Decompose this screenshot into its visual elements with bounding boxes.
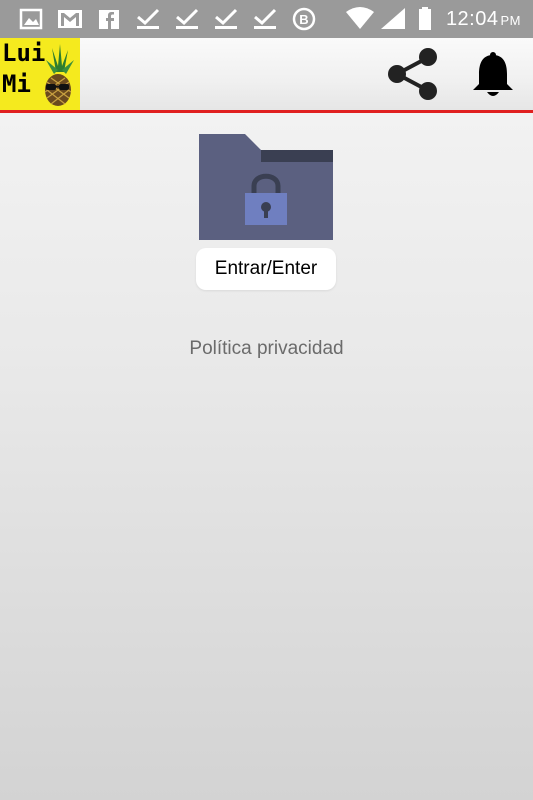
- image-icon: [16, 0, 46, 38]
- app-bar: Lui Mi: [0, 38, 533, 110]
- b-circle-icon: B: [289, 0, 319, 38]
- share-icon: [388, 48, 437, 100]
- system-status-icons: 12:04 PM: [344, 0, 533, 38]
- privacy-policy-link[interactable]: Política privacidad: [0, 338, 533, 360]
- check-download-icon: [133, 0, 163, 38]
- notifications-button[interactable]: [466, 46, 522, 102]
- clock-ampm: PM: [500, 12, 521, 28]
- check-download-icon: [211, 0, 241, 38]
- battery-icon: [416, 0, 436, 38]
- locked-folder-icon[interactable]: [199, 134, 334, 242]
- status-bar: B 12:04 PM: [0, 0, 533, 38]
- logo-text-line1: Lui: [2, 39, 46, 67]
- app-bar-divider: [0, 110, 533, 113]
- facebook-icon: [94, 0, 124, 38]
- app-logo: Lui Mi: [0, 38, 80, 110]
- gmail-icon: [55, 0, 85, 38]
- wifi-icon: [344, 0, 376, 38]
- check-download-icon: [250, 0, 280, 38]
- notification-icons: B: [0, 0, 328, 38]
- enter-button[interactable]: Entrar/Enter: [196, 248, 336, 290]
- clock: 12:04 PM: [446, 8, 521, 31]
- clock-time: 12:04: [445, 7, 499, 30]
- share-button[interactable]: [383, 46, 443, 102]
- bell-icon: [473, 52, 513, 96]
- svg-text:B: B: [299, 12, 308, 27]
- check-download-icon: [172, 0, 202, 38]
- signal-icon: [378, 0, 408, 38]
- logo-text-line2: Mi: [2, 70, 31, 98]
